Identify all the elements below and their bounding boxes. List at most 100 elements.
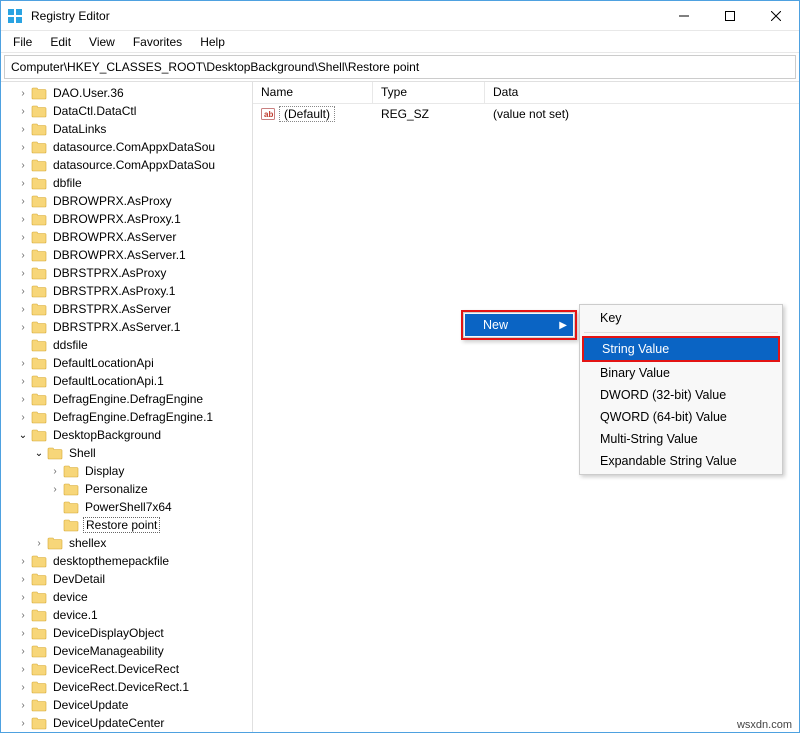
chevron-down-icon[interactable]: ⌄ xyxy=(17,429,29,441)
menu-help[interactable]: Help xyxy=(192,33,233,51)
close-button[interactable] xyxy=(753,1,799,31)
chevron-right-icon[interactable]: › xyxy=(17,573,29,585)
chevron-right-icon[interactable]: › xyxy=(17,177,29,189)
chevron-down-icon[interactable]: ⌄ xyxy=(33,447,45,459)
tree-node[interactable]: ⌄DesktopBackground xyxy=(5,426,252,444)
chevron-right-icon[interactable]: › xyxy=(17,195,29,207)
chevron-right-icon[interactable]: › xyxy=(17,321,29,333)
address-bar[interactable]: Computer\HKEY_CLASSES_ROOT\DesktopBackgr… xyxy=(4,55,796,79)
chevron-right-icon[interactable]: › xyxy=(17,645,29,657)
values-pane[interactable]: Name Type Data ab (Default) REG_SZ (valu… xyxy=(253,82,799,732)
chevron-right-icon[interactable]: › xyxy=(17,393,29,405)
chevron-right-icon[interactable]: › xyxy=(17,375,29,387)
col-header-data[interactable]: Data xyxy=(485,82,799,103)
tree-node[interactable]: ›DefragEngine.DefragEngine xyxy=(5,390,252,408)
chevron-right-icon[interactable]: › xyxy=(17,141,29,153)
tree-node[interactable]: ›DeviceRect.DeviceRect.1 xyxy=(5,678,252,696)
tree-node[interactable]: ›device.1 xyxy=(5,606,252,624)
chevron-right-icon[interactable]: › xyxy=(49,483,61,495)
tree-node[interactable]: ›dbfile xyxy=(5,174,252,192)
tree-node[interactable]: ›DeviceUpdateCenter xyxy=(5,714,252,732)
minimize-button[interactable] xyxy=(661,1,707,31)
folder-icon xyxy=(47,536,63,550)
tree-node[interactable]: ›device xyxy=(5,588,252,606)
tree-node[interactable]: ›DBRSTPRX.AsProxy.1 xyxy=(5,282,252,300)
chevron-right-icon[interactable]: › xyxy=(17,105,29,117)
tree-node[interactable]: ›DBRSTPRX.AsServer xyxy=(5,300,252,318)
menu-item-dword-value[interactable]: DWORD (32-bit) Value xyxy=(582,384,780,406)
tree-node[interactable]: ›DeviceManageability xyxy=(5,642,252,660)
tree-node[interactable]: ›DefaultLocationApi.1 xyxy=(5,372,252,390)
chevron-right-icon[interactable]: › xyxy=(17,285,29,297)
maximize-button[interactable] xyxy=(707,1,753,31)
tree-node[interactable]: ›DevDetail xyxy=(5,570,252,588)
tree-node[interactable]: ›DBRSTPRX.AsServer.1 xyxy=(5,318,252,336)
menu-view[interactable]: View xyxy=(81,33,123,51)
chevron-right-icon[interactable]: › xyxy=(17,231,29,243)
chevron-right-icon[interactable]: › xyxy=(17,609,29,621)
tree-node[interactable]: ›shellex xyxy=(5,534,252,552)
tree-node[interactable]: ›DBROWPRX.AsServer.1 xyxy=(5,246,252,264)
chevron-right-icon[interactable]: › xyxy=(33,537,45,549)
tree-node[interactable]: ›DeviceUpdate xyxy=(5,696,252,714)
chevron-right-icon[interactable]: › xyxy=(17,591,29,603)
tree-node-label: DeviceDisplayObject xyxy=(51,626,166,640)
tree-node[interactable]: Restore point xyxy=(5,516,252,534)
chevron-right-icon[interactable]: › xyxy=(17,249,29,261)
tree-node[interactable]: › DeviceDisplayObject xyxy=(5,624,252,642)
menu-item-new[interactable]: New ▶ xyxy=(465,314,573,336)
tree-node[interactable]: ›DBROWPRX.AsServer xyxy=(5,228,252,246)
menu-favorites[interactable]: Favorites xyxy=(125,33,190,51)
chevron-right-icon[interactable]: › xyxy=(17,627,29,639)
col-header-name[interactable]: Name xyxy=(253,82,373,103)
menu-item-multistring-value[interactable]: Multi-String Value xyxy=(582,428,780,450)
chevron-right-icon[interactable]: › xyxy=(17,681,29,693)
context-menu-new: New ▶ xyxy=(461,310,577,340)
chevron-right-icon[interactable]: › xyxy=(17,357,29,369)
chevron-right-icon[interactable]: › xyxy=(17,123,29,135)
menu-file[interactable]: File xyxy=(5,33,40,51)
menu-item-expandstring-value[interactable]: Expandable String Value xyxy=(582,450,780,472)
chevron-right-icon[interactable]: › xyxy=(17,87,29,99)
tree-node-label: DBRSTPRX.AsProxy xyxy=(51,266,168,280)
tree-node[interactable]: ›DataCtl.DataCtl xyxy=(5,102,252,120)
chevron-right-icon[interactable]: › xyxy=(17,663,29,675)
tree-node[interactable]: ddsfile xyxy=(5,336,252,354)
chevron-right-icon[interactable]: › xyxy=(17,699,29,711)
tree-node[interactable]: ›Personalize xyxy=(5,480,252,498)
tree-node[interactable]: PowerShell7x64 xyxy=(5,498,252,516)
chevron-right-icon[interactable]: › xyxy=(17,303,29,315)
tree-pane[interactable]: ›DAO.User.36›DataCtl.DataCtl›DataLinks›d… xyxy=(1,82,253,732)
tree-node[interactable]: ›datasource.ComAppxDataSou xyxy=(5,156,252,174)
tree-node[interactable]: ›desktopthemepackfile xyxy=(5,552,252,570)
tree-node[interactable]: ›DBROWPRX.AsProxy.1 xyxy=(5,210,252,228)
string-value-icon: ab xyxy=(261,107,275,121)
tree-node[interactable]: ›Display xyxy=(5,462,252,480)
tree-node[interactable]: › datasource.ComAppxDataSou xyxy=(5,138,252,156)
tree-node[interactable]: ›DataLinks xyxy=(5,120,252,138)
chevron-right-icon[interactable]: › xyxy=(49,465,61,477)
menu-edit[interactable]: Edit xyxy=(42,33,79,51)
chevron-right-icon[interactable]: › xyxy=(17,555,29,567)
tree-node[interactable]: ›DBROWPRX.AsProxy xyxy=(5,192,252,210)
tree-node[interactable]: ›DeviceRect.DeviceRect xyxy=(5,660,252,678)
menu-item-qword-value[interactable]: QWORD (64-bit) Value xyxy=(582,406,780,428)
menu-item-binary-value[interactable]: Binary Value xyxy=(582,362,780,384)
chevron-right-icon[interactable]: › xyxy=(17,159,29,171)
menu-item-string-value[interactable]: String Value xyxy=(584,338,778,360)
menu-item-key[interactable]: Key xyxy=(582,307,780,329)
chevron-right-icon[interactable]: › xyxy=(17,411,29,423)
tree-node[interactable]: ›DefaultLocationApi xyxy=(5,354,252,372)
tree-node[interactable]: ⌄Shell xyxy=(5,444,252,462)
tree-node[interactable]: ›DefragEngine.DefragEngine.1 xyxy=(5,408,252,426)
content-area: ›DAO.User.36›DataCtl.DataCtl›DataLinks›d… xyxy=(1,81,799,732)
value-row[interactable]: ab (Default) REG_SZ (value not set) xyxy=(253,104,799,124)
folder-icon xyxy=(63,500,79,514)
tree-node[interactable]: › DBRSTPRX.AsProxy xyxy=(5,264,252,282)
col-header-type[interactable]: Type xyxy=(373,82,485,103)
tree-node[interactable]: ›DAO.User.36 xyxy=(5,84,252,102)
chevron-right-icon[interactable]: › xyxy=(17,717,29,729)
chevron-right-icon[interactable]: › xyxy=(17,213,29,225)
tree-node-label: datasource.ComAppxDataSou xyxy=(51,140,217,154)
chevron-right-icon[interactable]: › xyxy=(17,267,29,279)
